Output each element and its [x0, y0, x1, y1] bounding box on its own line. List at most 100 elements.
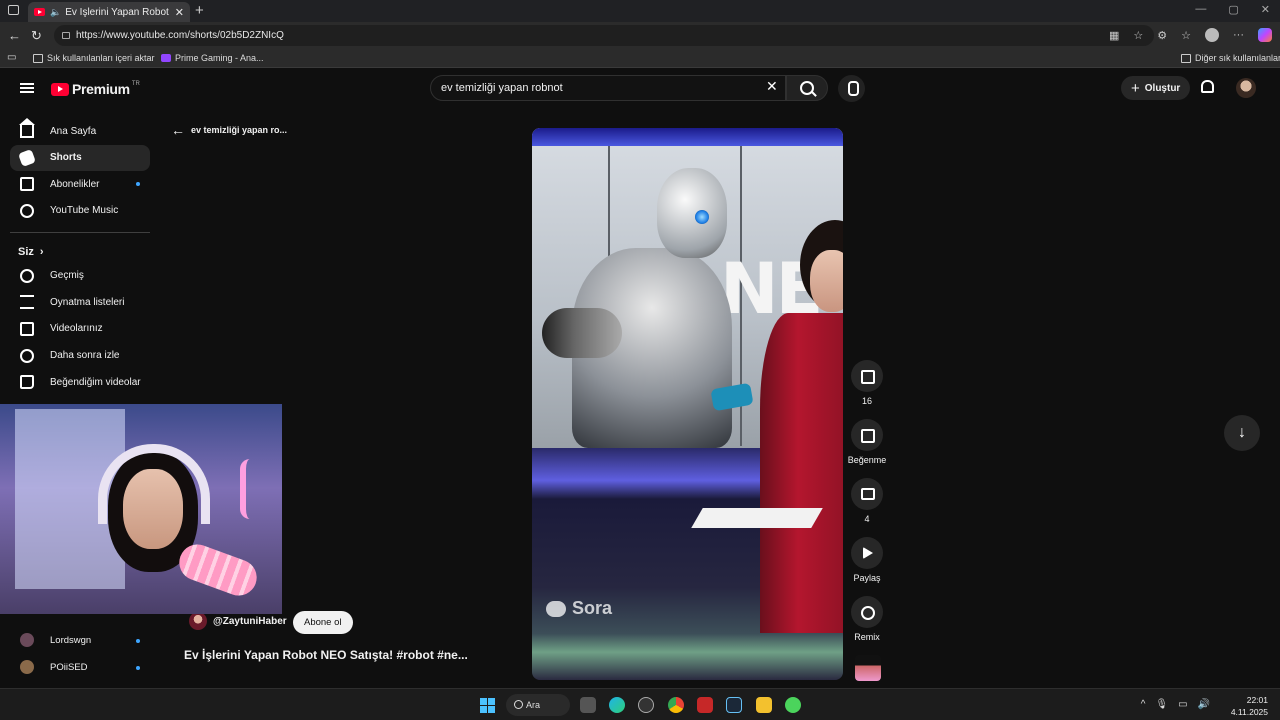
- more-icon[interactable]: ···: [1233, 29, 1244, 41]
- back-label: ev temizliği yapan ro...: [191, 125, 288, 135]
- youtube-premium-logo[interactable]: Premium TR: [51, 81, 140, 97]
- app-available-icon[interactable]: ▦: [1109, 29, 1119, 42]
- microphone-icon[interactable]: 🎙: [1155, 699, 1168, 710]
- bookmarks-bar: ▭ Sık kullanılanları içeri aktar Prime G…: [0, 49, 1280, 68]
- liked-icon: [20, 375, 34, 390]
- sidebar-item-liked-videos[interactable]: Beğendiğim videolar: [10, 369, 150, 395]
- youtube-logo-icon: [51, 82, 69, 96]
- sound-channel-thumbnail[interactable]: [855, 655, 881, 681]
- search-button[interactable]: [786, 75, 828, 101]
- country-code: TR: [131, 81, 140, 87]
- clear-search-icon[interactable]: ✕: [766, 78, 778, 95]
- windows-taskbar: Ara ^ 🎙 ▭ 🔊 22:01 4.11.2025: [0, 688, 1280, 720]
- browser-tab[interactable]: 🔈 Ev İşlerini Yapan Robot NEO ✕: [28, 1, 190, 23]
- create-button[interactable]: + Oluştur: [1121, 76, 1191, 100]
- subscriptions-icon: [20, 177, 34, 192]
- bookmarks-menu-icon[interactable]: ▭: [7, 52, 16, 63]
- windows-start-icon[interactable]: [480, 698, 495, 713]
- avatar[interactable]: [1236, 78, 1256, 98]
- app-icon[interactable]: [785, 697, 801, 713]
- sidebar-subscription-poiised[interactable]: POiiSED: [10, 655, 150, 679]
- app-icon[interactable]: [697, 697, 713, 713]
- sidebar-item-home[interactable]: Ana Sayfa: [10, 118, 150, 144]
- edge-icon[interactable]: [609, 697, 625, 713]
- comments-button[interactable]: 4: [849, 478, 885, 524]
- new-content-dot: [136, 639, 140, 643]
- tab-title: Ev İşlerini Yapan Robot NEO: [65, 6, 171, 18]
- sidebar-item-shorts[interactable]: Shorts: [10, 144, 150, 171]
- next-short-button[interactable]: ↓: [1224, 415, 1260, 451]
- notifications-icon[interactable]: [1201, 80, 1214, 93]
- remix-button[interactable]: Remix: [849, 596, 885, 642]
- extensions-icon[interactable]: ⚙: [1157, 29, 1167, 42]
- close-window-button[interactable]: ✕: [1261, 3, 1270, 16]
- remix-label: Remix: [854, 632, 880, 642]
- history-icon: [20, 268, 34, 283]
- share-button[interactable]: Paylaş: [849, 537, 885, 583]
- favorites-icon[interactable]: ☆: [1181, 29, 1191, 42]
- like-button[interactable]: 16: [849, 360, 885, 406]
- menu-icon[interactable]: [20, 83, 34, 93]
- bookmark-import[interactable]: Sık kullanılanları içeri aktar: [33, 53, 155, 63]
- volume-icon[interactable]: 🔊: [1198, 699, 1210, 710]
- taskbar-search[interactable]: Ara: [506, 694, 570, 716]
- share-icon: [851, 537, 883, 569]
- subscribe-button[interactable]: Abone ol: [293, 611, 353, 634]
- profile-icon[interactable]: [1205, 28, 1219, 42]
- sidebar-item-history[interactable]: Geçmiş: [10, 263, 150, 289]
- search-input[interactable]: ev temizliği yapan robnot: [430, 75, 786, 101]
- bookmark-prime-gaming[interactable]: Prime Gaming - Ana...: [161, 53, 264, 63]
- tab-close-icon[interactable]: ✕: [175, 6, 184, 19]
- youtube-music-icon: [20, 203, 34, 218]
- shorts-video-player[interactable]: NE Sora: [532, 128, 843, 680]
- sidebar-item-watch-later[interactable]: Daha sonra izle: [10, 343, 150, 369]
- dislike-label: Beğenme: [847, 455, 887, 465]
- voice-search-icon[interactable]: [838, 75, 865, 102]
- new-tab-button[interactable]: +: [195, 2, 204, 19]
- create-label: Oluştur: [1144, 82, 1181, 94]
- home-icon: [19, 118, 35, 138]
- other-bookmarks-label: Diğer sık kullanılanlar: [1195, 53, 1280, 63]
- url-field[interactable]: https://www.youtube.com/shorts/02b5D2ZNI…: [54, 25, 1154, 46]
- news-anchor-face: [810, 250, 843, 312]
- sidebar: Ana Sayfa Shorts Abonelikler YouTube Mus…: [10, 118, 150, 396]
- refresh-icon[interactable]: ↻: [31, 28, 42, 44]
- back-to-results-link[interactable]: ← ev temizliği yapan ro...: [171, 122, 287, 138]
- back-icon[interactable]: ←: [8, 28, 21, 43]
- sidebar-section-you[interactable]: Siz ›: [10, 241, 150, 263]
- tab-actions-icon[interactable]: [8, 5, 19, 15]
- sora-watermark: Sora: [546, 598, 612, 619]
- paper-sheet: [691, 508, 823, 528]
- sidebar-item-playlists[interactable]: Oynatma listeleri: [10, 289, 150, 315]
- file-explorer-icon[interactable]: [756, 697, 772, 713]
- speaker-icon[interactable]: 🔈: [50, 7, 61, 18]
- window-controls: — ▢ ✕: [1195, 3, 1270, 16]
- recording-app-icon[interactable]: [638, 697, 654, 713]
- clock[interactable]: 22:01 4.11.2025: [1231, 694, 1268, 718]
- display-icon[interactable]: ▭: [1178, 699, 1187, 710]
- sidebar-item-your-videos[interactable]: Videolarınız: [10, 316, 150, 342]
- dislike-button[interactable]: Beğenme: [847, 419, 887, 465]
- task-view-icon[interactable]: [580, 697, 596, 713]
- short-channel[interactable]: @ZaytuniHaber: [189, 612, 287, 630]
- short-title[interactable]: Ev İşlerini Yapan Robot NEO Satışta! #ro…: [184, 648, 468, 662]
- other-bookmarks[interactable]: Diğer sık kullanılanlar: [1181, 53, 1280, 63]
- minimize-button[interactable]: —: [1195, 3, 1206, 16]
- favorite-star-icon[interactable]: ☆: [1133, 29, 1143, 42]
- section-heading: Siz: [18, 245, 34, 258]
- new-content-dot: [136, 182, 140, 187]
- bookmark-label: Sık kullanılanları içeri aktar: [47, 53, 155, 63]
- webcam-neon-light: [240, 459, 270, 519]
- steam-icon[interactable]: [726, 697, 742, 713]
- copilot-icon[interactable]: [1258, 28, 1272, 42]
- sidebar-subscription-lordswgn[interactable]: Lordswgn: [10, 628, 150, 652]
- prime-gaming-icon: [161, 54, 171, 62]
- chrome-icon[interactable]: [668, 697, 684, 713]
- playlist-icon: [20, 295, 34, 310]
- sidebar-item-label: Beğendiğim videolar: [50, 376, 141, 388]
- news-anchor: [760, 313, 843, 633]
- sidebar-item-youtube-music[interactable]: YouTube Music: [10, 198, 150, 224]
- maximize-button[interactable]: ▢: [1228, 3, 1238, 16]
- sidebar-item-subscriptions[interactable]: Abonelikler: [10, 171, 150, 197]
- tray-overflow-icon[interactable]: ^: [1141, 699, 1146, 710]
